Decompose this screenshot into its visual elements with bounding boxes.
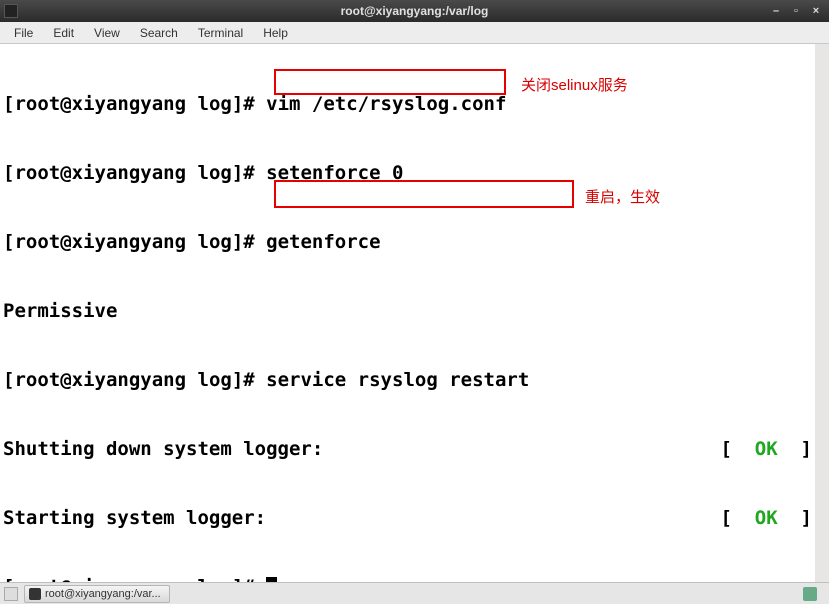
minimize-button[interactable]: – xyxy=(767,3,785,19)
prompt: [root@xiyangyang log]# xyxy=(3,576,266,582)
command-setenforce: setenforce 0 xyxy=(266,162,403,185)
annotation-restart: 重启，生效 xyxy=(585,186,660,209)
menu-help[interactable]: Help xyxy=(255,24,296,42)
terminal-cursor xyxy=(266,577,277,582)
window-titlebar: root@xiyangyang:/var/log – ▫ × xyxy=(0,0,829,22)
output-shutdown: Shutting down system logger: xyxy=(3,438,720,461)
tray-icon[interactable] xyxy=(803,587,817,601)
taskbar-item-label: root@xiyangyang:/var... xyxy=(45,588,161,600)
highlight-setenforce xyxy=(274,69,506,95)
maximize-button[interactable]: ▫ xyxy=(787,3,805,19)
output-permissive: Permissive xyxy=(3,300,117,323)
status-ok: [ OK ] xyxy=(720,507,812,530)
prompt: [root@xiyangyang log]# xyxy=(3,231,266,254)
taskbar-item-terminal[interactable]: root@xiyangyang:/var... xyxy=(24,585,170,603)
menu-edit[interactable]: Edit xyxy=(45,24,82,42)
menu-search[interactable]: Search xyxy=(132,24,186,42)
menu-view[interactable]: View xyxy=(86,24,128,42)
terminal-app-icon xyxy=(4,4,18,18)
command-getenforce: getenforce xyxy=(266,231,380,254)
close-button[interactable]: × xyxy=(807,3,825,19)
menubar: File Edit View Search Terminal Help xyxy=(0,22,829,44)
prompt: [root@xiyangyang log]# xyxy=(3,93,266,116)
terminal-output[interactable]: [root@xiyangyang log]# vim /etc/rsyslog.… xyxy=(0,44,829,582)
menu-terminal[interactable]: Terminal xyxy=(190,24,251,42)
annotation-selinux: 关闭selinux服务 xyxy=(521,74,628,97)
prompt: [root@xiyangyang log]# xyxy=(3,369,266,392)
command-vim: vim /etc/rsyslog.conf xyxy=(266,93,506,116)
command-service-restart: service rsyslog restart xyxy=(266,369,529,392)
terminal-icon xyxy=(29,588,41,600)
window-title: root@xiyangyang:/var/log xyxy=(341,4,489,18)
prompt: [root@xiyangyang log]# xyxy=(3,162,266,185)
taskbar: root@xiyangyang:/var... xyxy=(0,582,829,604)
system-tray xyxy=(803,587,825,601)
show-desktop-button[interactable] xyxy=(4,587,18,601)
status-ok: [ OK ] xyxy=(720,438,812,461)
output-starting: Starting system logger: xyxy=(3,507,720,530)
menu-file[interactable]: File xyxy=(6,24,41,42)
